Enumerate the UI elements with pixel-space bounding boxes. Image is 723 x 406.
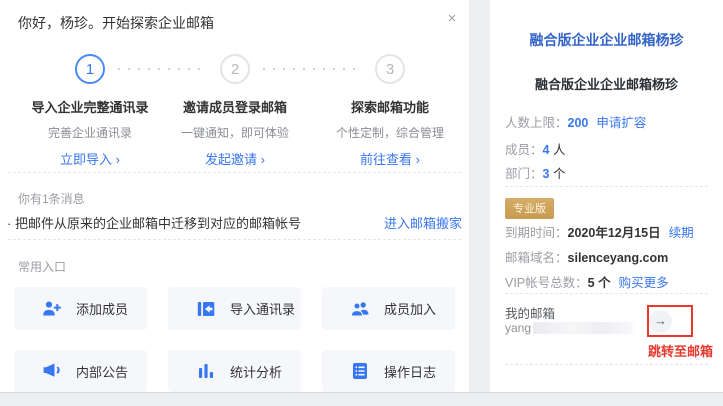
divider	[505, 293, 708, 294]
shortcut-import-contacts[interactable]: 导入通讯录	[168, 287, 301, 330]
step-subtitle: 个性定制，综合管理	[315, 124, 465, 141]
org-name: 融合版企业企业邮箱杨珍	[490, 74, 723, 93]
onboarding-panel: 你好，杨珍。开始探索企业邮箱 × 1 导入企业完整通讯录 完善企业通讯录 立即导…	[0, 0, 469, 392]
step-number-badge: 1	[75, 54, 105, 84]
import-contacts-icon	[196, 299, 216, 319]
shortcuts-header: 常用入口	[18, 258, 66, 275]
mailbox-address: yang	[505, 321, 633, 335]
annotation-label: 跳转至邮箱	[532, 341, 723, 360]
step-title: 邀请成员登录邮箱	[160, 97, 310, 116]
go-view-link[interactable]: 前往查看 ›	[315, 149, 465, 168]
person-add-icon	[42, 299, 62, 319]
stat-members: 成员：4 人	[505, 139, 565, 158]
shortcut-member-join[interactable]: 成员加入	[322, 287, 455, 330]
step-title: 导入企业完整通讯录	[15, 97, 165, 116]
page-bottom-edge	[0, 392, 723, 393]
shortcut-operation-log[interactable]: 操作日志	[322, 350, 455, 392]
my-mailbox-label: 我的邮箱	[505, 303, 555, 322]
step-number-badge: 2	[220, 54, 250, 84]
bar-chart-icon	[196, 361, 216, 381]
divider	[505, 364, 708, 365]
step-subtitle: 一键通知，即可体验	[160, 124, 310, 141]
org-title-link[interactable]: 融合版企业企业邮箱杨珍	[490, 30, 723, 50]
expiry-row: 到期时间：2020年12月15日续期	[505, 222, 694, 241]
stat-departments: 部门：3 个	[505, 163, 565, 182]
buy-more-link[interactable]: 购买更多	[619, 276, 669, 290]
shortcut-label: 导入通讯录	[230, 299, 295, 318]
divider	[8, 239, 461, 240]
step-number-badge: 3	[375, 54, 405, 84]
divider	[505, 186, 708, 187]
step-explore-features: 3 探索邮箱功能 个性定制，综合管理 前往查看 ›	[315, 54, 465, 168]
message-item: · 把邮件从原来的企业邮箱中迁移到对应的邮箱帐号	[7, 213, 301, 232]
log-icon	[350, 361, 370, 381]
shortcut-add-member[interactable]: 添加成员	[14, 287, 147, 330]
domain-row: 邮箱域名：silenceyang.com	[505, 247, 668, 266]
members-icon	[350, 299, 370, 319]
account-summary-panel: 融合版企业企业邮箱杨珍 融合版企业企业邮箱杨珍 人数上限：200申请扩容 成员：…	[490, 0, 723, 392]
step-invite-members: 2 邀请成员登录邮箱 一键通知，即可体验 发起邀请 ›	[160, 54, 310, 168]
shortcut-label: 内部公告	[76, 362, 128, 381]
step-import-contacts: 1 导入企业完整通讯录 完善企业通讯录 立即导入 ›	[15, 54, 165, 168]
plan-badge: 专业版	[505, 198, 554, 219]
vip-count-row: VIP帐号总数：5 个购买更多	[505, 272, 669, 291]
import-now-link[interactable]: 立即导入 ›	[15, 149, 165, 168]
divider	[8, 172, 461, 173]
shortcut-label: 成员加入	[384, 299, 436, 318]
renew-link[interactable]: 续期	[669, 226, 694, 240]
shortcut-label: 操作日志	[384, 362, 436, 381]
mailbox-migrate-link[interactable]: 进入邮箱搬家	[384, 213, 462, 232]
megaphone-icon	[42, 361, 62, 381]
step-title: 探索邮箱功能	[315, 97, 465, 116]
annotation-highlight-box	[647, 305, 693, 337]
expand-capacity-link[interactable]: 申请扩容	[596, 116, 646, 130]
messages-header: 你有1条消息	[18, 190, 85, 207]
shortcut-label: 添加成员	[76, 299, 128, 318]
shortcut-internal-announcement[interactable]: 内部公告	[14, 350, 147, 392]
send-invite-link[interactable]: 发起邀请 ›	[160, 149, 310, 168]
shortcut-label: 统计分析	[230, 362, 282, 381]
stat-member-limit: 人数上限：200申请扩容	[505, 112, 646, 131]
shortcut-statistics[interactable]: 统计分析	[168, 350, 301, 392]
greeting-title: 你好，杨珍。开始探索企业邮箱	[18, 13, 214, 33]
step-subtitle: 完善企业通讯录	[15, 124, 165, 141]
close-icon[interactable]: ×	[443, 10, 461, 28]
redacted-address	[533, 322, 633, 334]
